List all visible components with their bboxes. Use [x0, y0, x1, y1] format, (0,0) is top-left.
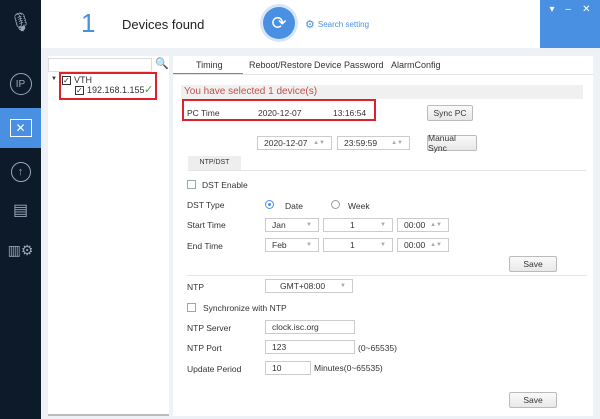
window-controls: ▾ – ✕ [540, 0, 600, 48]
start-clock-value: 00:00 [404, 220, 426, 230]
ntp-server-label: NTP Server [187, 323, 232, 333]
dst-type-label: DST Type [187, 200, 225, 210]
device-search-input[interactable] [48, 58, 152, 72]
close-button[interactable]: ✕ [582, 4, 590, 15]
menu-button[interactable]: ▾ [550, 4, 555, 15]
selection-message: You have selected 1 device(s) [181, 85, 583, 99]
microphone-icon[interactable]: 🎙 [0, 2, 41, 42]
end-month-value: Feb [272, 240, 287, 250]
date-radio[interactable] [265, 200, 274, 209]
document-icon[interactable]: ▤ [0, 190, 41, 230]
update-range-hint: Minutes(0~65535) [314, 363, 383, 373]
sync-ntp-label: Synchronize with NTP [203, 303, 287, 313]
ntp-port-input[interactable]: 123 [265, 340, 355, 354]
sync-pc-button[interactable]: Sync PC [427, 105, 473, 121]
subtab-ntp-dst[interactable]: NTP/DST [188, 156, 241, 170]
highlight-box [59, 72, 157, 100]
start-month-value: Jan [272, 220, 286, 230]
start-day-value: 1 [350, 220, 355, 230]
config-panel: Timing Reboot/Restore Device Password Al… [173, 56, 593, 416]
ip-icon[interactable]: IP [0, 64, 41, 104]
start-clock-input[interactable]: 00:00 ▲▼ [397, 218, 449, 232]
tab-device-password[interactable]: Device Password [314, 60, 384, 70]
sync-ntp-checkbox[interactable] [187, 303, 196, 312]
end-clock-value: 00:00 [404, 240, 426, 250]
ntp-label: NTP [187, 282, 204, 292]
port-range-hint: (0~65535) [358, 343, 397, 353]
timezone-select[interactable]: GMT+08:00 ▼ [265, 279, 353, 293]
divider [187, 275, 587, 276]
search-setting-link[interactable]: ⚙ Search setting [305, 18, 369, 31]
chevron-down-icon: ▼ [306, 242, 312, 248]
building-settings-icon[interactable]: ▥⚙ [0, 230, 41, 270]
chevron-down-icon: ▼ [306, 222, 312, 228]
dst-enable-checkbox[interactable] [187, 180, 196, 189]
expand-arrow-icon[interactable]: ▼ [51, 76, 57, 82]
end-day-value: 1 [350, 240, 355, 250]
search-setting-label: Search setting [317, 20, 370, 29]
dst-save-button[interactable]: Save [509, 256, 557, 272]
date-radio-label: Date [285, 201, 303, 211]
divider [188, 170, 586, 171]
sidebar: 🎙 IP ✕ ↑ ▤ ▥⚙ [0, 0, 41, 419]
tools-icon[interactable]: ✕ [0, 108, 41, 148]
spinner-icon[interactable]: ▲▼ [391, 140, 403, 146]
chevron-down-icon: ▼ [340, 283, 346, 289]
tab-timing[interactable]: Timing [196, 60, 223, 70]
week-radio-label: Week [348, 201, 370, 211]
spinner-icon[interactable]: ▲▼ [430, 242, 442, 248]
tab-alarmconfig[interactable]: AlarmConfig [391, 60, 441, 70]
week-radio[interactable] [331, 200, 340, 209]
page-title: Devices found [122, 17, 205, 32]
header: 1 Devices found ⟳ ⚙ Search setting [41, 0, 600, 48]
end-month-select[interactable]: Feb ▼ [265, 238, 319, 252]
dst-enable-label: DST Enable [202, 180, 248, 190]
ntp-port-label: NTP Port [187, 343, 222, 353]
highlight-box [182, 99, 376, 121]
manual-date-input[interactable]: 2020-12-07 ▲▼ [257, 136, 332, 150]
chevron-down-icon: ▼ [380, 222, 386, 228]
update-period-label: Update Period [187, 364, 242, 374]
end-day-select[interactable]: 1 ▼ [323, 238, 393, 252]
ntp-server-input[interactable]: clock.isc.org [265, 320, 355, 334]
start-month-select[interactable]: Jan ▼ [265, 218, 319, 232]
spinner-icon[interactable]: ▲▼ [313, 140, 325, 146]
tab-divider [173, 74, 593, 75]
device-count: 1 [81, 8, 96, 38]
end-time-label: End Time [187, 241, 223, 251]
update-period-input[interactable]: 10 [265, 361, 311, 375]
chevron-down-icon: ▼ [380, 242, 386, 248]
start-time-label: Start Time [187, 220, 226, 230]
gear-icon: ⚙ [305, 19, 315, 31]
device-tree-panel: 🔍 ▼ ✓ VTH ✓ 192.168.1.155 ✓ [48, 56, 169, 416]
refresh-button[interactable]: ⟳ [263, 7, 295, 39]
update-period-value: 10 [272, 363, 282, 373]
spinner-icon[interactable]: ▲▼ [430, 222, 442, 228]
start-day-select[interactable]: 1 ▼ [323, 218, 393, 232]
ntp-save-button[interactable]: Save [509, 392, 557, 408]
timezone-value: GMT+08:00 [280, 281, 326, 291]
search-icon[interactable]: 🔍 [155, 57, 169, 70]
minimize-button[interactable]: – [566, 4, 572, 15]
ntp-server-value: clock.isc.org [272, 322, 319, 332]
manual-time-value: 23:59:59 [344, 138, 378, 148]
refresh-icon: ⟳ [271, 12, 287, 33]
manual-sync-button[interactable]: Manual Sync [427, 133, 477, 153]
upgrade-icon[interactable]: ↑ [0, 152, 41, 192]
tab-reboot-restore[interactable]: Reboot/Restore [249, 60, 312, 70]
end-clock-input[interactable]: 00:00 ▲▼ [397, 238, 449, 252]
ntp-port-value: 123 [272, 342, 287, 352]
manual-date-value: 2020-12-07 [264, 138, 308, 148]
manual-time-input[interactable]: 23:59:59 ▲▼ [337, 136, 410, 150]
